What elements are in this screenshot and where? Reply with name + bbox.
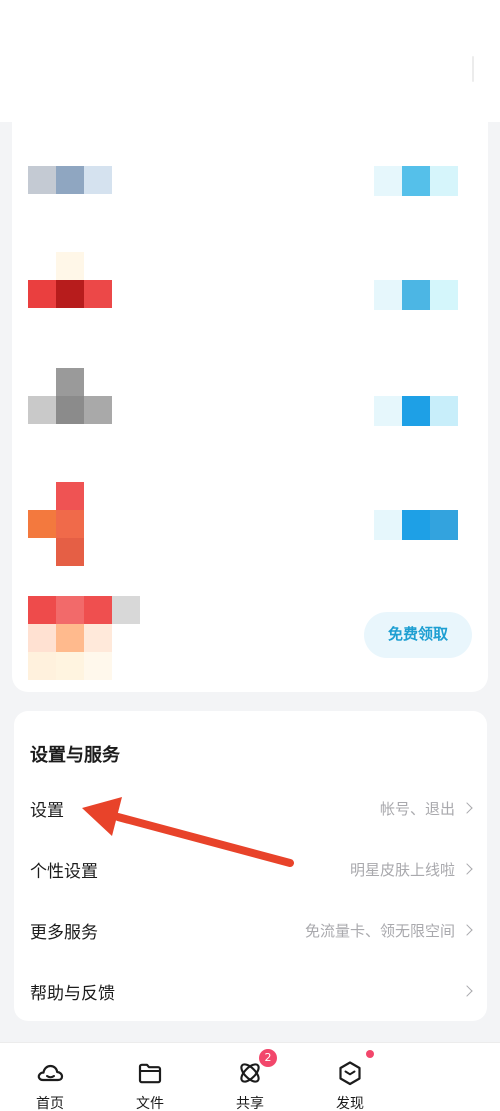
chevron-right-icon (461, 863, 473, 875)
benefit-item[interactable] (12, 472, 488, 582)
menu-item-hint: 帐号、退出 (379, 799, 455, 818)
menu-item-label: 更多服务 (30, 922, 98, 943)
benefit-item[interactable]: 免费领取 (12, 584, 488, 694)
tab-files[interactable]: 文件 (100, 1043, 200, 1111)
chevron-right-icon (461, 985, 473, 997)
menu-item-label: 个性设置 (30, 861, 98, 882)
scroll-indicator (472, 56, 474, 82)
benefit-item[interactable] (12, 356, 488, 466)
app-screen: 免费领取 设置与服务 设置 帐号、退出 个性设置 明星皮肤上线啦 更多服务 免流… (0, 0, 500, 1111)
benefit-action-blurred[interactable] (374, 396, 472, 426)
notification-dot (366, 1050, 374, 1058)
claim-free-button[interactable]: 免费领取 (364, 612, 472, 658)
chevron-right-icon (461, 802, 473, 814)
menu-item-label: 帮助与反馈 (30, 983, 115, 1004)
section-title: 设置与服务 (30, 745, 120, 766)
tab-home[interactable]: 首页 (0, 1043, 100, 1111)
menu-item-personalization[interactable]: 个性设置 明星皮肤上线啦 (14, 839, 487, 899)
top-header-area (0, 0, 500, 122)
tab-label: 共享 (236, 1096, 264, 1111)
benefits-card: 免费领取 (12, 122, 488, 692)
menu-item-label: 设置 (30, 800, 64, 821)
settings-services-card: 设置与服务 设置 帐号、退出 个性设置 明星皮肤上线啦 更多服务 免流量卡、领无… (14, 711, 487, 1021)
benefit-item[interactable] (12, 240, 488, 350)
benefit-action-blurred[interactable] (374, 510, 472, 540)
menu-item-more-services[interactable]: 更多服务 免流量卡、领无限空间 (14, 900, 487, 960)
discover-box-icon (339, 1061, 361, 1086)
cloud-home-icon (37, 1064, 64, 1082)
benefit-action-blurred[interactable] (374, 280, 472, 310)
tab-label: 文件 (136, 1096, 164, 1111)
benefit-item[interactable] (12, 126, 488, 236)
menu-item-settings[interactable]: 设置 帐号、退出 (14, 778, 487, 838)
tab-label: 发现 (336, 1096, 364, 1111)
menu-item-help-feedback[interactable]: 帮助与反馈 (14, 961, 487, 1021)
menu-item-hint: 免流量卡、领无限空间 (304, 921, 455, 940)
tab-label: 首页 (36, 1096, 64, 1111)
bottom-tab-bar: 首页 文件 2 共享 发现 (0, 1042, 500, 1111)
folder-icon (138, 1063, 162, 1084)
notification-badge: 2 (259, 1049, 277, 1067)
benefit-action-blurred[interactable] (374, 166, 472, 196)
tab-discover[interactable]: 发现 (300, 1043, 400, 1111)
menu-item-hint: 明星皮肤上线啦 (349, 860, 455, 879)
chevron-right-icon (461, 924, 473, 936)
tab-share[interactable]: 2 共享 (200, 1043, 300, 1111)
